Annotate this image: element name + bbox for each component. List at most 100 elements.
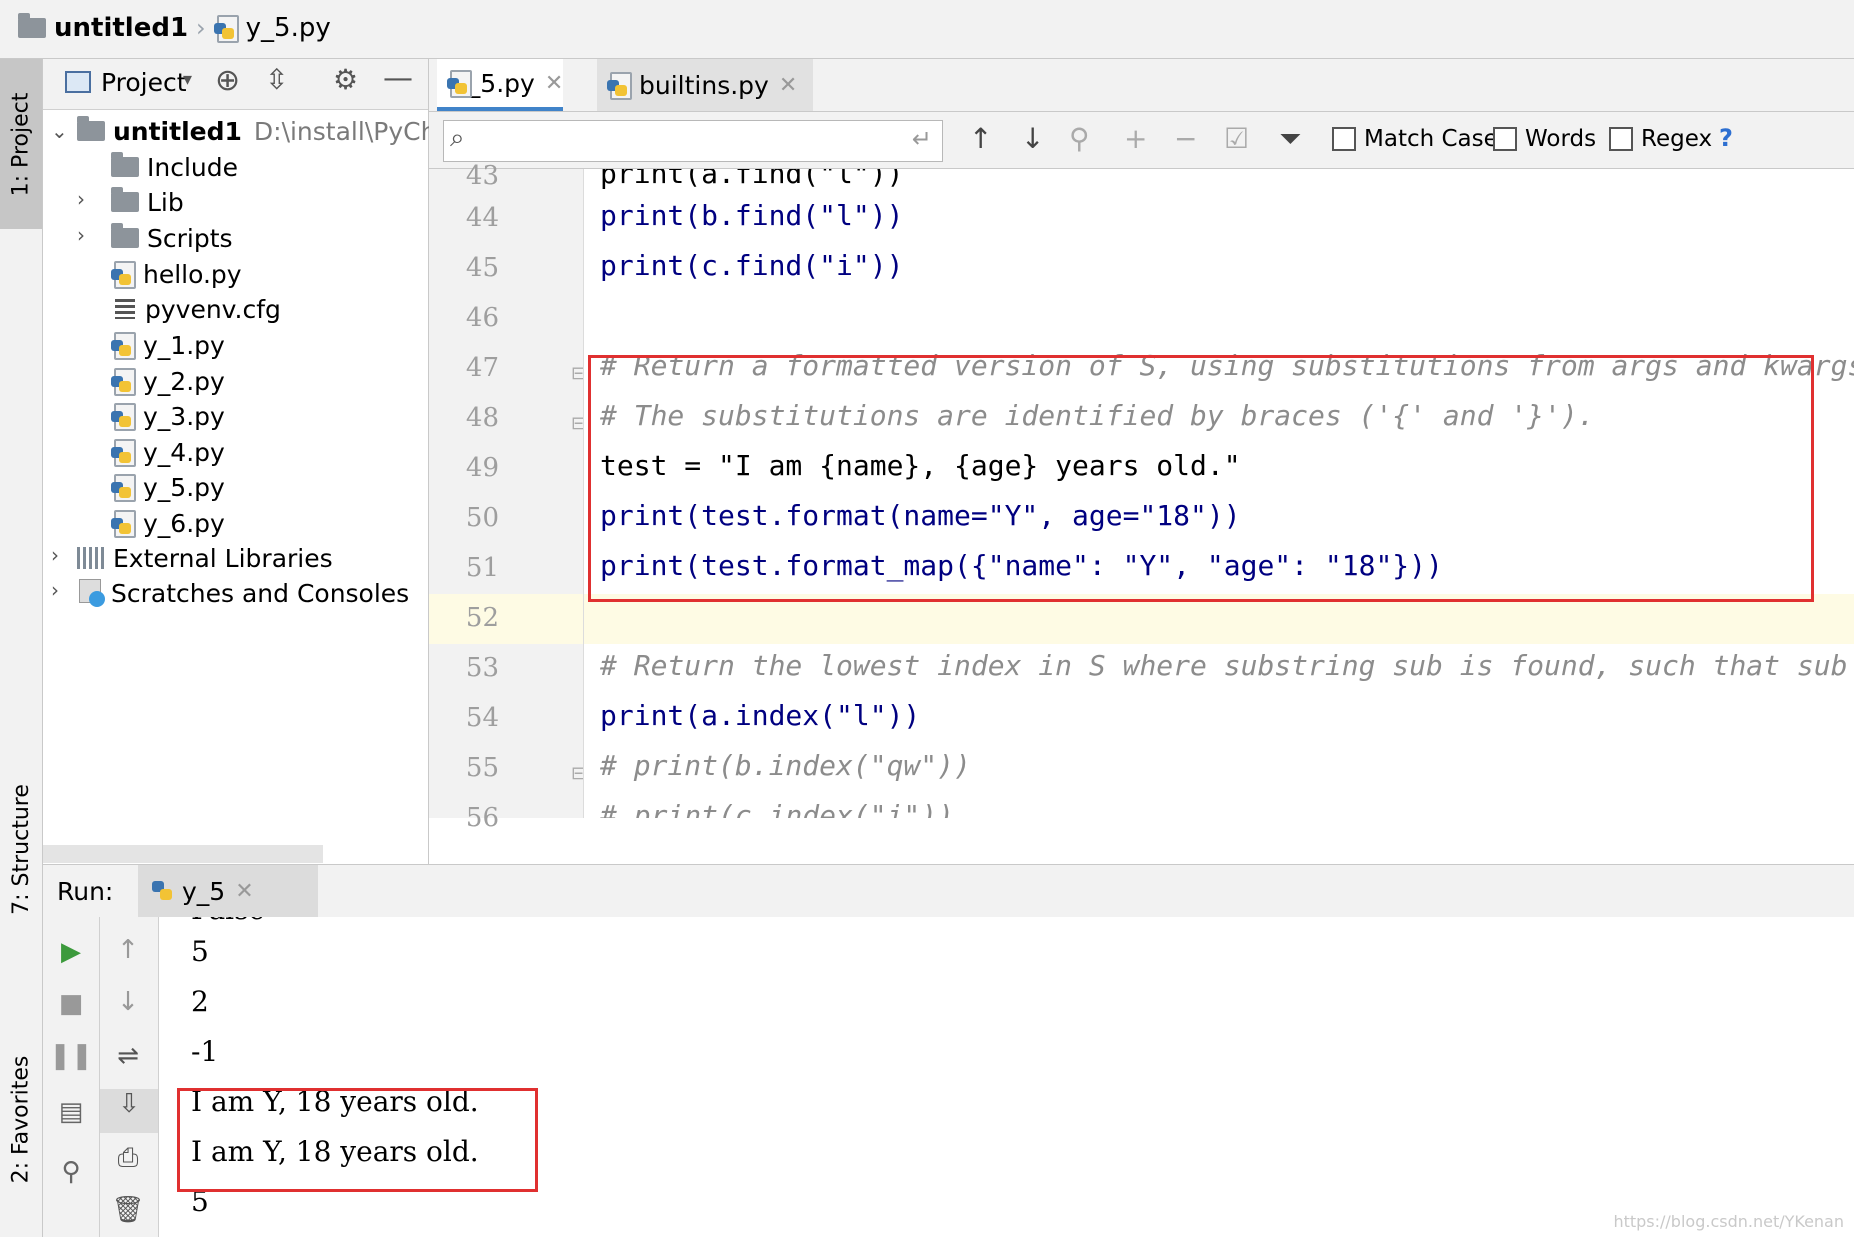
tree-item-external-libraries[interactable]: External Libraries xyxy=(77,538,333,578)
pause-icon[interactable]: ❚❚ xyxy=(43,1041,99,1071)
filter-icon[interactable]: ⏷ xyxy=(1279,122,1301,156)
close-icon[interactable]: ✕ xyxy=(235,879,253,904)
code-line[interactable]: print(a.index("l")) xyxy=(600,699,920,732)
chevron-right-icon[interactable]: › xyxy=(77,223,85,247)
project-panel: Project ▾ ⊕ ⇳ ⚙ — ⌄ untitled1 D:\install… xyxy=(43,59,452,864)
search-icon[interactable]: ⌕ xyxy=(450,123,465,154)
chevron-right-icon[interactable]: › xyxy=(51,578,59,602)
chevron-down-icon[interactable]: ▾ xyxy=(183,69,192,90)
tab-structure[interactable]: 7: Structure xyxy=(0,749,42,949)
chevron-down-icon[interactable]: ⌄ xyxy=(51,119,68,143)
tree-item-hello[interactable]: hello.py xyxy=(111,254,242,294)
project-view-selector[interactable]: Project xyxy=(101,68,187,97)
tree-item-scripts[interactable]: Scripts xyxy=(111,218,233,258)
newline-icon[interactable]: ↵ xyxy=(912,125,932,153)
code-line[interactable]: # print(b.index("qw")) xyxy=(600,749,971,782)
tree-item-y3[interactable]: y_3.py xyxy=(111,396,225,436)
arrow-down-icon[interactable]: ↓ xyxy=(100,987,156,1017)
python-file-icon xyxy=(111,473,137,502)
line-number: 46 xyxy=(465,303,499,333)
python-icon xyxy=(150,877,176,905)
code-line[interactable]: # Return the lowest index in S where sub… xyxy=(600,649,1854,682)
match-case-checkbox[interactable]: Match Case xyxy=(1332,126,1498,152)
tree-item-scratches[interactable]: Scratches and Consoles xyxy=(77,573,409,613)
tree-item-y5[interactable]: y_5.py xyxy=(111,467,225,507)
root-name: untitled1 xyxy=(113,116,242,146)
regex-checkbox[interactable]: Regex xyxy=(1609,126,1712,152)
console-line: -1 xyxy=(191,1035,219,1068)
python-file-icon xyxy=(111,367,137,396)
horizontal-scrollbar[interactable] xyxy=(43,845,323,863)
code-line[interactable]: print(c.find("i")) xyxy=(600,249,903,282)
line-number: 43 xyxy=(465,161,499,191)
tab-project[interactable]: 1: Project xyxy=(0,59,42,229)
find-bar: ⌕ ↵ ↑ ↓ ⚲ + − ☑ ⏷ Match Case Words Regex… xyxy=(429,112,1854,169)
find-all-icon[interactable]: ⚲ xyxy=(1069,122,1090,155)
code-line[interactable]: print(b.find("l")) xyxy=(600,199,903,232)
line-number: 44 xyxy=(465,203,499,233)
tree-item-lib[interactable]: Lib xyxy=(111,182,184,222)
tab-favorites[interactable]: 2: Favorites xyxy=(0,1019,42,1219)
breadcrumb-file[interactable]: y_5.py xyxy=(246,13,331,43)
stop-icon[interactable]: ■ xyxy=(43,989,99,1019)
next-occurrence-icon[interactable]: ↓ xyxy=(1021,122,1044,155)
previous-occurrence-icon[interactable]: ↑ xyxy=(969,122,992,155)
tab-y5-py[interactable]: y_5.py ✕ xyxy=(437,59,563,111)
breadcrumb[interactable]: untitled1 › y_5.py xyxy=(18,10,331,46)
run-toolbar-secondary: ↑ ↓ ⇌ ⇩ ⎙ 🗑 xyxy=(100,917,159,1237)
tree-item-y2[interactable]: y_2.py xyxy=(111,361,225,401)
trash-icon[interactable]: 🗑 xyxy=(100,1195,156,1225)
tree-item-y4[interactable]: y_4.py xyxy=(111,432,225,472)
collapse-all-icon[interactable]: ⇳ xyxy=(265,63,288,96)
folder-icon xyxy=(18,13,46,38)
folder-icon xyxy=(111,152,139,177)
search-field[interactable]: ⌕ ↵ xyxy=(443,120,943,162)
console-line: False xyxy=(191,917,265,926)
close-icon[interactable]: ✕ xyxy=(779,73,797,98)
folder-icon xyxy=(111,187,139,212)
remove-occurrence-icon[interactable]: − xyxy=(1174,122,1197,155)
layout-icon[interactable]: ▤ xyxy=(43,1097,99,1127)
python-file-icon xyxy=(607,71,633,100)
folder-icon xyxy=(77,116,105,141)
editor-tab-bar: y_5.py ✕ builtins.py ✕ xyxy=(429,59,1854,112)
help-icon[interactable]: ? xyxy=(1719,124,1733,152)
pin-icon[interactable]: ⚲ xyxy=(43,1157,99,1187)
add-occurrence-icon[interactable]: + xyxy=(1124,122,1147,155)
code-line[interactable]: print(a.find("l")) xyxy=(600,169,903,190)
root-path: D:\install\PyCha xyxy=(253,116,452,146)
checkbox-icon xyxy=(1493,127,1517,151)
tree-item-pyvenv[interactable]: pyvenv.cfg xyxy=(115,289,281,329)
soft-wrap-icon[interactable]: ⇌ xyxy=(100,1041,156,1071)
line-number: 49 xyxy=(465,453,499,483)
python-file-icon xyxy=(111,260,137,289)
tree-root[interactable]: untitled1 D:\install\PyCha xyxy=(77,111,452,151)
print-icon[interactable]: ⎙ xyxy=(100,1143,156,1174)
locate-icon[interactable]: ⊕ xyxy=(215,63,240,98)
tree-item-include[interactable]: Include xyxy=(111,147,238,187)
folder-icon xyxy=(111,223,139,248)
breadcrumb-project[interactable]: untitled1 xyxy=(54,13,188,43)
left-tool-strip: 1: Project 7: Structure 2: Favorites xyxy=(0,59,43,1237)
arrow-up-icon[interactable]: ↑ xyxy=(100,935,156,965)
chevron-right-icon[interactable]: › xyxy=(51,543,59,567)
console-line: 5 xyxy=(191,935,209,968)
select-all-occurrences-icon[interactable]: ☑ xyxy=(1224,122,1249,155)
tab-builtins-py[interactable]: builtins.py ✕ xyxy=(597,59,813,111)
code-line[interactable]: # print(c.index("i")) xyxy=(600,799,954,818)
library-icon xyxy=(77,547,105,569)
gear-icon[interactable]: ⚙ xyxy=(333,63,358,96)
hide-panel-icon[interactable]: — xyxy=(383,61,413,96)
tree-item-y1[interactable]: y_1.py xyxy=(111,325,225,365)
python-file-icon xyxy=(111,438,137,467)
line-number-gutter: 43 44 45 46 47 48 49 50 51 52 53 54 55 5… xyxy=(429,161,586,833)
scratches-icon xyxy=(77,579,105,607)
run-tab-y5[interactable]: y_5 ✕ xyxy=(138,865,318,917)
words-checkbox[interactable]: Words xyxy=(1493,126,1596,152)
line-number: 56 xyxy=(465,803,499,833)
tree-item-y6[interactable]: y_6.py xyxy=(111,503,225,543)
run-icon[interactable]: ▶ xyxy=(43,937,99,967)
scroll-to-end-icon[interactable]: ⇩ xyxy=(100,1089,158,1133)
close-icon[interactable]: ✕ xyxy=(545,71,563,96)
chevron-right-icon[interactable]: › xyxy=(77,187,85,211)
